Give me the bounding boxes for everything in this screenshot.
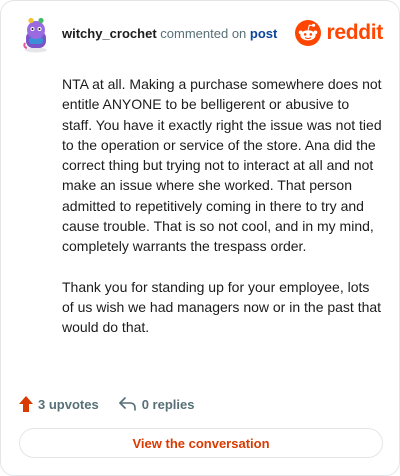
upvote-button[interactable]: 3 upvotes xyxy=(19,396,99,412)
post-link[interactable]: post xyxy=(250,26,277,41)
view-conversation-button[interactable]: View the conversation xyxy=(19,428,383,458)
comment-body: NTA at all. Making a purchase somewhere … xyxy=(62,74,382,358)
reddit-wordmark: reddit xyxy=(326,21,383,44)
comment-paragraph-1: NTA at all. Making a purchase somewhere … xyxy=(62,76,382,255)
upvote-count: 3 upvotes xyxy=(38,396,99,412)
reddit-logo[interactable]: reddit xyxy=(295,20,383,46)
reply-count: 0 replies xyxy=(141,396,195,412)
reply-arrow-icon xyxy=(118,397,136,411)
comment-footer: 3 upvotes 0 replies xyxy=(19,394,194,414)
comment-paragraph-2: Thank you for standing up for your emplo… xyxy=(62,278,382,336)
reddit-logo-icon xyxy=(295,20,322,46)
comment-header: witchy_crochet commented on post reddit xyxy=(21,17,383,53)
reply-button[interactable]: 0 replies xyxy=(118,396,195,412)
user-avatar[interactable] xyxy=(21,17,51,53)
embedded-comment-card: witchy_crochet commented on post reddit … xyxy=(0,0,400,476)
action-text: commented on xyxy=(160,26,247,41)
comment-meta: witchy_crochet commented on post xyxy=(62,26,277,41)
upvote-arrow-icon xyxy=(19,396,33,412)
username-link[interactable]: witchy_crochet xyxy=(62,26,157,41)
